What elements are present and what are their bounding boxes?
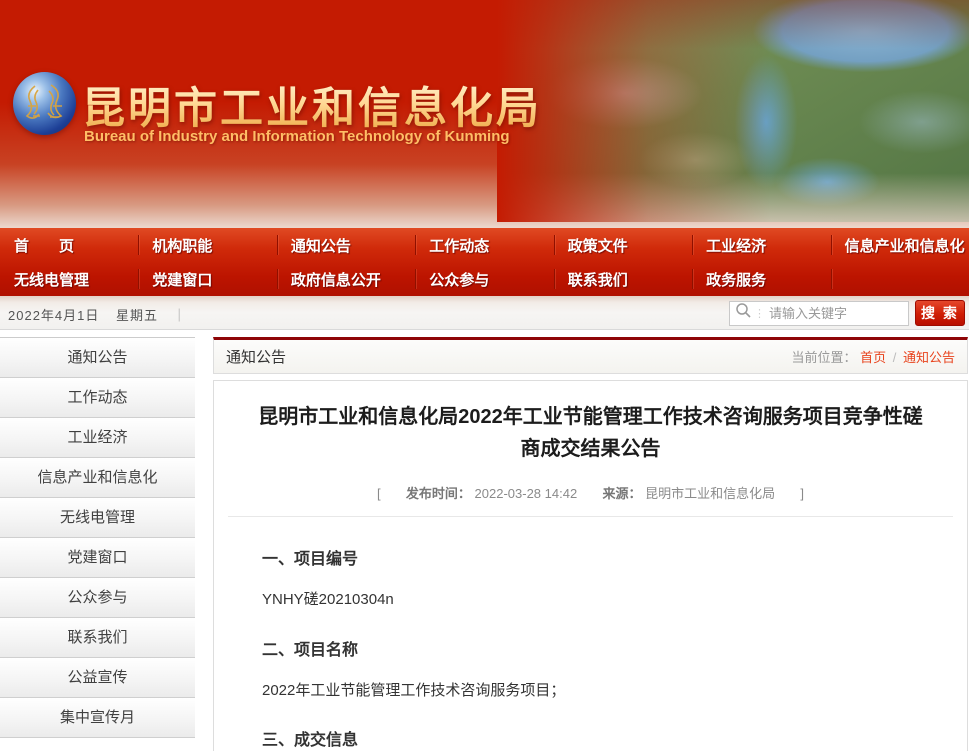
project-number-value: YNHY磋20210304n [262, 589, 919, 612]
main-nav: 首 页 机构职能 通知公告 工作动态 政策文件 工业经济 信息产业和信息化 无线… [0, 228, 969, 296]
date-text: 2022年4月1日 星期五 ｜ [8, 305, 187, 324]
nav-item-public-participation[interactable]: 公众参与 [415, 262, 553, 296]
date-value: 2022年4月1日 [8, 308, 99, 323]
nav-item-gov-info-disclosure[interactable]: 政府信息公开 [277, 262, 415, 296]
article-box: 昆明市工业和信息化局2022年工业节能管理工作技术咨询服务项目竞争性磋商成交结果… [213, 380, 968, 751]
nav-item-empty [831, 262, 969, 296]
weekday-value: 星期五 [116, 308, 158, 323]
nav-item-party-window[interactable]: 党建窗口 [138, 262, 276, 296]
breadcrumb: 当前位置： 首页 / 通知公告 [791, 347, 955, 366]
meta-open-bracket: [ [377, 486, 381, 501]
sidebar-item-public-participation[interactable]: 公众参与 [0, 578, 195, 618]
search-area: ⋮ 搜 索 [729, 300, 965, 326]
nav-item-policy-docs[interactable]: 政策文件 [554, 228, 692, 262]
section-title: 通知公告 [226, 346, 286, 367]
source-label: 来源： [602, 486, 641, 501]
topbar: 2022年4月1日 星期五 ｜ ⋮ 搜 索 [0, 296, 969, 330]
search-divider-dots: ⋮ [754, 307, 765, 320]
publish-time-label: 发布时间： [406, 486, 471, 501]
main-area: 通知公告 工作动态 工业经济 信息产业和信息化 无线电管理 党建窗口 公众参与 … [0, 330, 969, 751]
sidebar-item-notices[interactable]: 通知公告 [0, 338, 195, 378]
site-header: 昆明市工业和信息化局 Bureau of Industry and Inform… [0, 0, 969, 228]
breadcrumb-current-link[interactable]: 通知公告 [903, 350, 955, 365]
nav-item-industry-economy[interactable]: 工业经济 [692, 228, 830, 262]
sidebar-item-work-news[interactable]: 工作动态 [0, 378, 195, 418]
sidebar-item-party-window[interactable]: 党建窗口 [0, 538, 195, 578]
nav-item-gov-services[interactable]: 政务服务 [692, 262, 830, 296]
sidebar-item-info-industry[interactable]: 信息产业和信息化 [0, 458, 195, 498]
article-meta: [ 发布时间： 2022-03-28 14:42 来源： 昆明市工业和信息化局 … [228, 483, 953, 517]
sidebar-item-public-welfare[interactable]: 公益宣传 [0, 658, 195, 698]
content-area: 通知公告 当前位置： 首页 / 通知公告 昆明市工业和信息化局2022年工业节能… [213, 337, 968, 751]
breadcrumb-home-link[interactable]: 首页 [860, 350, 886, 365]
breadcrumb-location-label: 当前位置： [791, 350, 856, 365]
breadcrumb-bar: 通知公告 当前位置： 首页 / 通知公告 [213, 337, 968, 374]
header-city-image [497, 0, 969, 222]
sidebar-item-contact-us[interactable]: 联系我们 [0, 618, 195, 658]
breadcrumb-separator: / [893, 350, 897, 365]
search-icon [735, 302, 752, 324]
nav-item-contact-us[interactable]: 联系我们 [554, 262, 692, 296]
site-subtitle: Bureau of Industry and Information Techn… [84, 128, 510, 145]
site-logo[interactable] [13, 72, 76, 135]
page: 昆明市工业和信息化局 Bureau of Industry and Inform… [0, 0, 969, 751]
section-heading-deal-info: 三、成交信息 [262, 726, 919, 750]
sidebar-item-industry-economy[interactable]: 工业经济 [0, 418, 195, 458]
article-title: 昆明市工业和信息化局2022年工业节能管理工作技术咨询服务项目竞争性磋商成交结果… [252, 401, 929, 465]
nav-item-work-news[interactable]: 工作动态 [415, 228, 553, 262]
meta-close-bracket: ] [800, 486, 804, 501]
article-body: 一、项目编号 YNHY磋20210304n 二、项目名称 2022年工业节能管理… [214, 517, 967, 751]
publish-time-value: 2022-03-28 14:42 [475, 486, 578, 501]
nav-item-notices[interactable]: 通知公告 [277, 228, 415, 262]
sidebar-item-publicity-month[interactable]: 集中宣传月 [0, 698, 195, 738]
section-heading-project-number: 一、项目编号 [262, 545, 919, 569]
search-input[interactable] [769, 306, 903, 321]
nav-item-radio-mgmt[interactable]: 无线电管理 [0, 262, 138, 296]
source-value: 昆明市工业和信息化局 [645, 486, 775, 501]
section-heading-project-name: 二、项目名称 [262, 636, 919, 660]
date-divider: ｜ [173, 308, 187, 323]
nav-item-info-industry[interactable]: 信息产业和信息化 [831, 228, 969, 262]
sidebar-item-radio-mgmt[interactable]: 无线电管理 [0, 498, 195, 538]
project-name-value: 2022年工业节能管理工作技术咨询服务项目； [262, 680, 919, 703]
search-box[interactable]: ⋮ [729, 301, 909, 326]
site-title: 昆明市工业和信息化局 [82, 74, 542, 136]
search-button[interactable]: 搜 索 [915, 300, 965, 326]
nav-item-org-functions[interactable]: 机构职能 [138, 228, 276, 262]
nav-item-home[interactable]: 首 页 [0, 228, 138, 262]
sidebar: 通知公告 工作动态 工业经济 信息产业和信息化 无线电管理 党建窗口 公众参与 … [0, 337, 195, 738]
